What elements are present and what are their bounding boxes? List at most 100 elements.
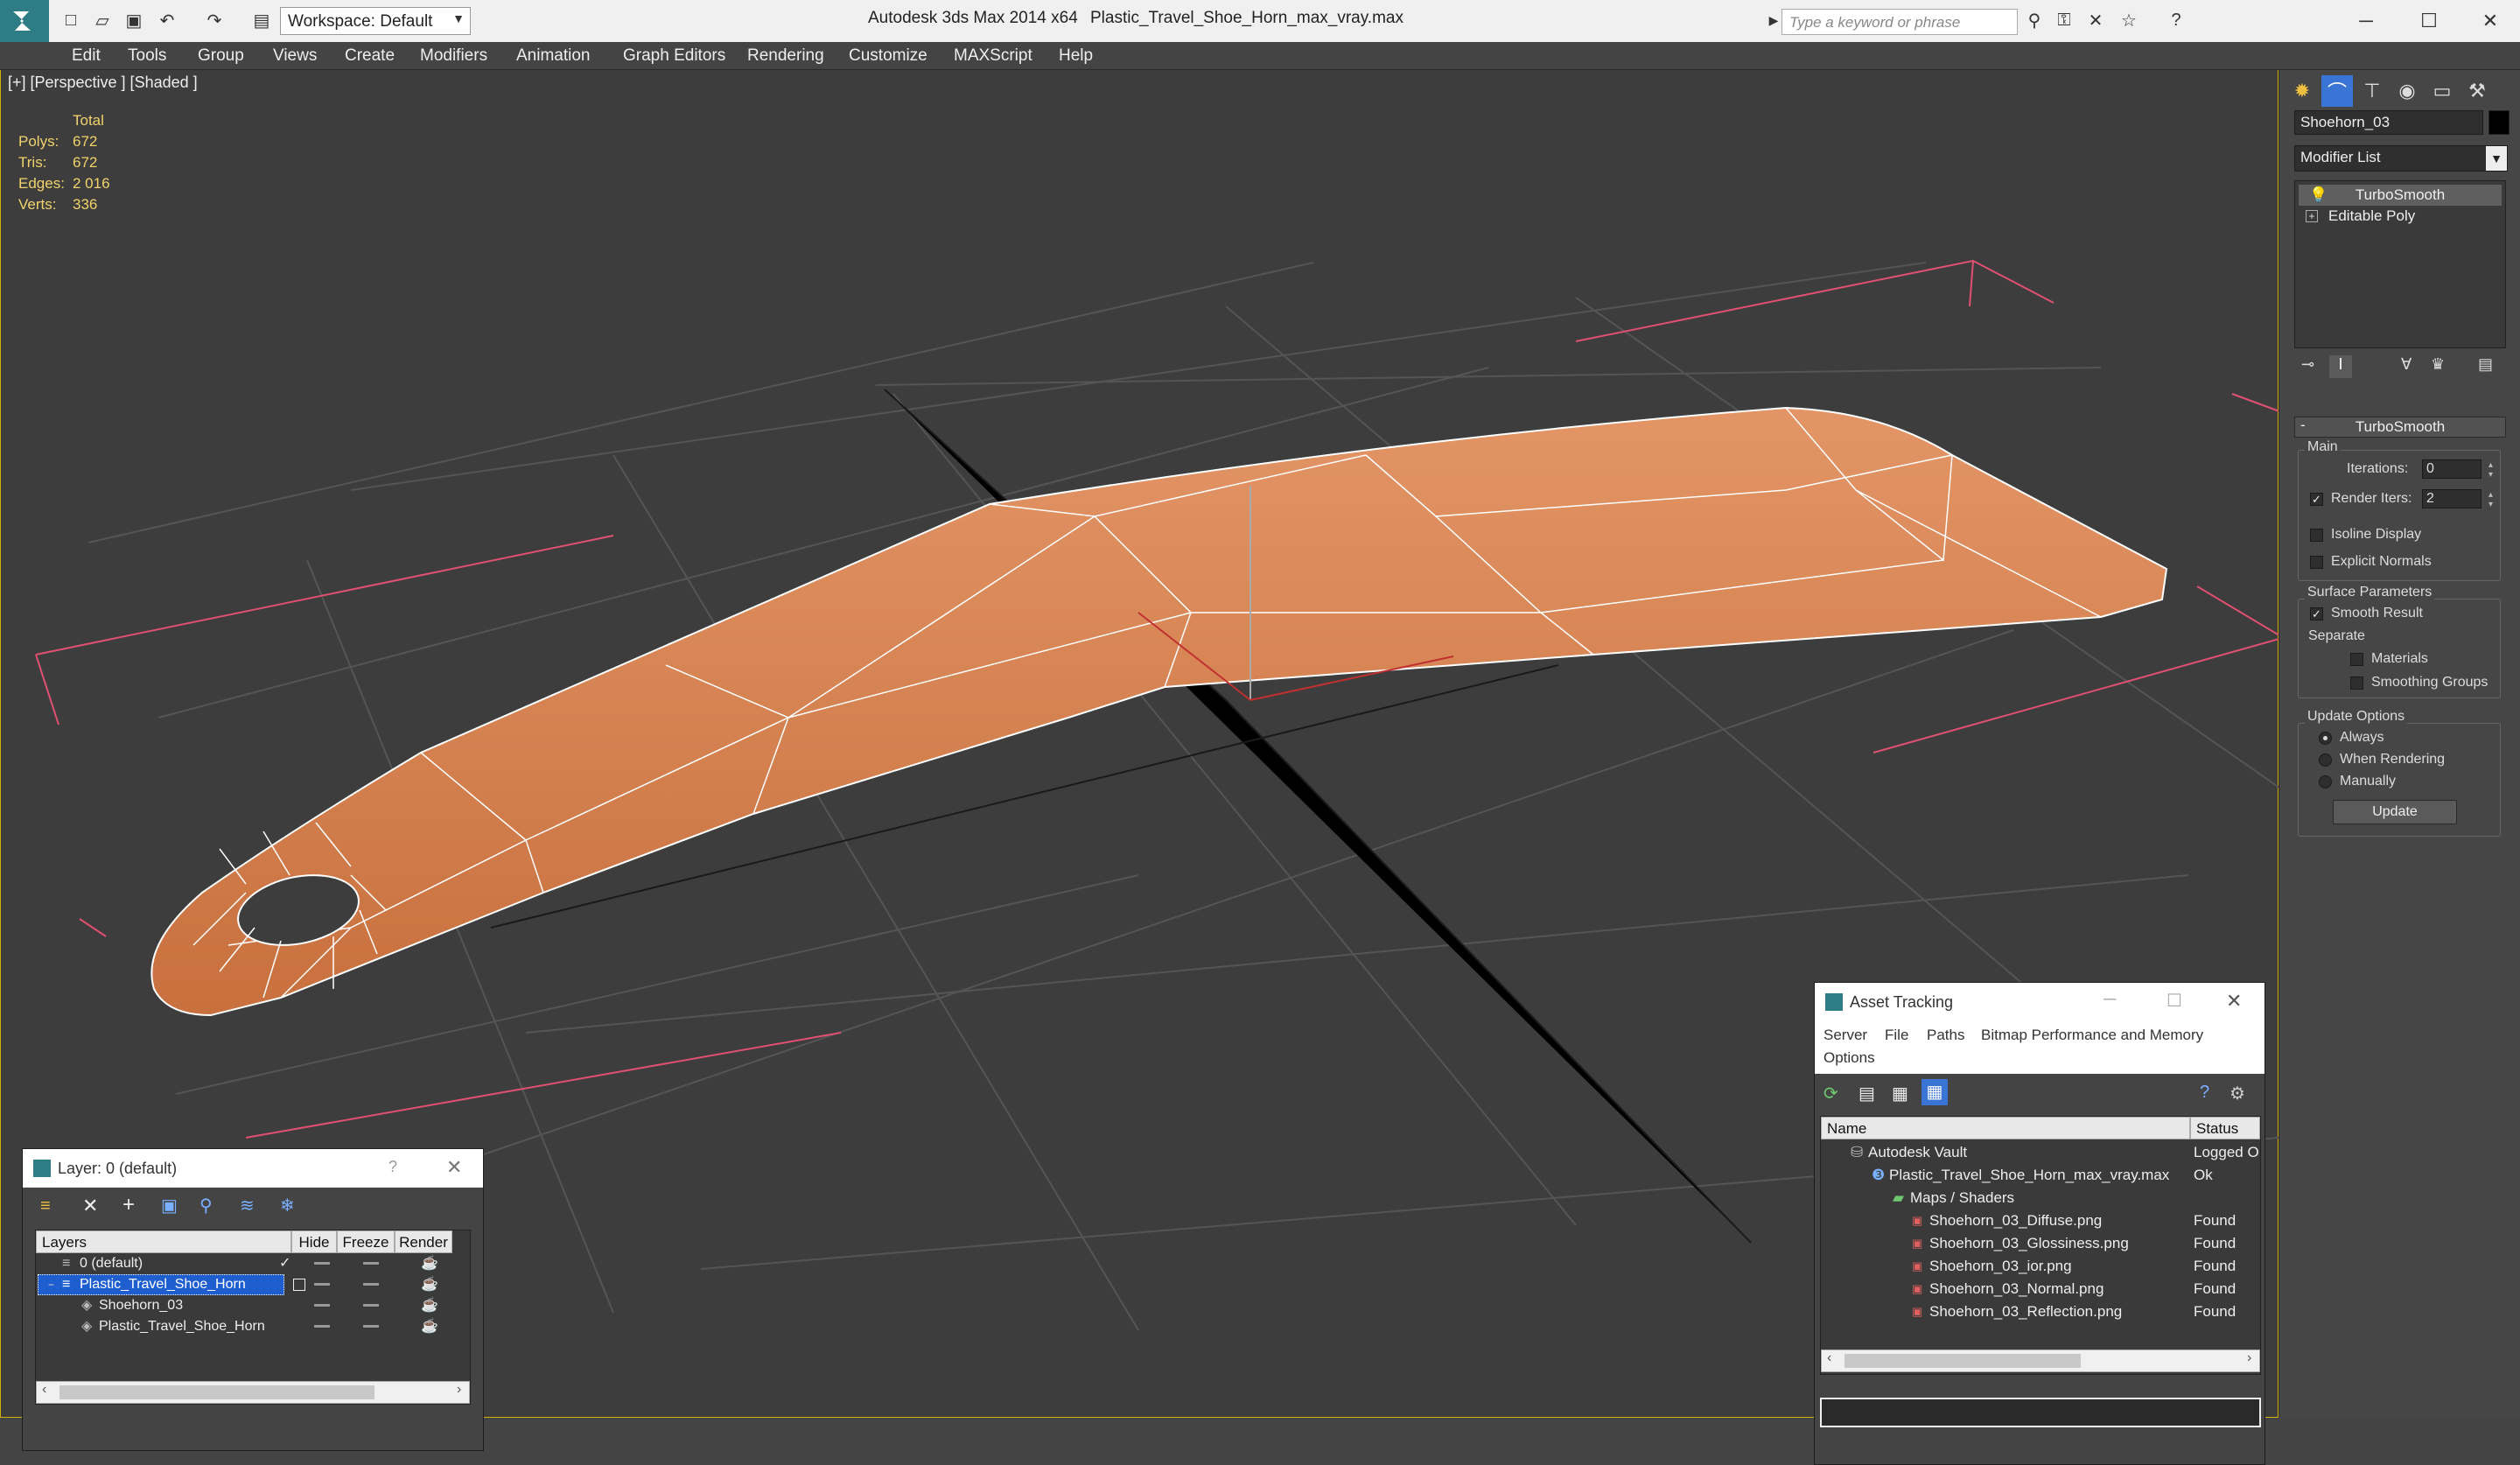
modifier-list-dropdown[interactable]: Modifier List ▼ <box>2294 145 2508 172</box>
hide-toggle[interactable] <box>314 1283 330 1286</box>
scroll-right-icon[interactable]: › <box>2247 1350 2251 1366</box>
horizontal-scrollbar[interactable]: ‹ › <box>1821 1349 2260 1372</box>
col-status[interactable]: Status <box>2190 1117 2260 1139</box>
scroll-left-icon[interactable]: ‹ <box>1827 1350 1831 1366</box>
hide-all-icon[interactable]: ≋ <box>240 1195 255 1216</box>
render-teapot-icon[interactable]: ☕ <box>421 1274 438 1295</box>
help-icon[interactable]: ? <box>2165 9 2188 32</box>
configure-sets-icon[interactable]: ▤ <box>2478 355 2493 374</box>
workspace-dropdown[interactable]: Workspace: Default ▼ <box>280 7 471 35</box>
viewport-label[interactable]: [+] [Perspective ] [Shaded ] <box>8 74 198 92</box>
stack-item-turbosmooth[interactable]: 💡 TurboSmooth <box>2299 185 2502 206</box>
remove-modifier-icon[interactable]: ♛ <box>2431 355 2445 374</box>
menu-create[interactable]: Create <box>345 42 395 70</box>
stack-item-editable-poly[interactable]: + Editable Poly <box>2299 206 2502 227</box>
layer-row[interactable]: ≡ 0 (default) ✓ ☕ <box>36 1253 452 1274</box>
col-hide[interactable]: Hide <box>291 1230 337 1253</box>
current-layer-checkbox[interactable] <box>293 1279 305 1291</box>
menu-edit[interactable]: Edit <box>72 42 101 70</box>
hide-toggle[interactable] <box>314 1262 330 1265</box>
hide-toggle[interactable] <box>314 1304 330 1307</box>
menu-maxscript[interactable]: MAXScript <box>954 42 1032 70</box>
close-icon[interactable]: ✕ <box>2226 990 2242 1013</box>
delete-layer-icon[interactable]: ✕ <box>82 1195 98 1217</box>
menu-bitmap-performance[interactable]: Bitmap Performance and Memory <box>1981 1027 2203 1044</box>
menu-animation[interactable]: Animation <box>516 42 591 70</box>
collapse-icon[interactable]: − <box>48 1274 54 1295</box>
asset-row[interactable]: ▣ Shoehorn_03_Reflection.png Found <box>1821 1300 2260 1323</box>
col-render[interactable]: Render <box>395 1230 452 1253</box>
menu-server[interactable]: Server <box>1824 1027 1867 1044</box>
hide-toggle[interactable] <box>314 1325 330 1328</box>
turbosmooth-rollout-header[interactable]: - TurboSmooth <box>2294 417 2506 438</box>
materials-checkbox[interactable] <box>2350 653 2363 666</box>
motion-tab-icon[interactable]: ◉ <box>2391 75 2423 107</box>
perspective-viewport[interactable]: [+] [Perspective ] [Shaded ] Total Polys… <box>0 70 2279 1465</box>
scroll-right-icon[interactable]: › <box>457 1382 461 1398</box>
render-teapot-icon[interactable]: ☕ <box>421 1253 438 1274</box>
hierarchy-tab-icon[interactable]: ⊤ <box>2356 75 2388 107</box>
binoculars-icon[interactable]: ⚲ <box>2023 9 2046 32</box>
select-objects-icon[interactable]: ▣ <box>161 1195 178 1216</box>
make-unique-icon[interactable]: ∀ <box>2401 355 2412 374</box>
expand-icon[interactable]: + <box>2306 210 2318 222</box>
display-tab-icon[interactable]: ▭ <box>2426 75 2458 107</box>
add-to-layer-icon[interactable]: + <box>122 1193 135 1217</box>
iterations-spinner[interactable]: 0 <box>2422 459 2495 480</box>
asset-row[interactable]: ▣ Shoehorn_03_Glossiness.png Found <box>1821 1232 2260 1255</box>
undo-icon[interactable]: ↶ <box>156 9 178 32</box>
render-teapot-icon[interactable]: ☕ <box>421 1316 438 1337</box>
utilities-tab-icon[interactable]: ⚒ <box>2461 75 2493 107</box>
menu-file[interactable]: File <box>1885 1027 1908 1044</box>
menu-group[interactable]: Group <box>198 42 244 70</box>
search-input[interactable]: Type a keyword or phrase <box>1782 9 2018 35</box>
col-name[interactable]: Name <box>1821 1117 2190 1139</box>
open-file-icon[interactable]: ▱ <box>91 9 114 32</box>
update-button[interactable]: Update <box>2333 800 2457 824</box>
help-icon[interactable]: ? <box>2200 1083 2209 1103</box>
maximize-icon[interactable]: ☐ <box>2166 990 2182 1012</box>
object-name-field[interactable]: Shoehorn_03 <box>2294 110 2483 135</box>
asset-row[interactable]: ▣ Shoehorn_03_Diffuse.png Found <box>1821 1209 2260 1232</box>
project-folder-icon[interactable]: ▤ <box>250 9 273 32</box>
scroll-thumb[interactable] <box>60 1385 374 1399</box>
asset-row[interactable]: ⛁ Autodesk Vault Logged O <box>1821 1141 2260 1164</box>
freeze-toggle[interactable] <box>363 1283 379 1286</box>
communication-icon[interactable]: ✕ <box>2084 9 2107 32</box>
menu-modifiers[interactable]: Modifiers <box>420 42 487 70</box>
create-tab-icon[interactable]: ✹ <box>2286 75 2318 107</box>
subscription-icon[interactable]: ⚿ <box>2053 9 2076 32</box>
object-row[interactable]: ◈ Plastic_Travel_Shoe_Horn ☕ <box>36 1316 452 1337</box>
col-freeze[interactable]: Freeze <box>337 1230 395 1253</box>
menu-options[interactable]: Options <box>1824 1049 1875 1067</box>
smooth-result-checkbox[interactable]: ✓ <box>2310 607 2323 620</box>
menu-paths[interactable]: Paths <box>1927 1027 1964 1044</box>
layer-row-selected[interactable]: − ≡ Plastic_Travel_Shoe_Horn ☕ <box>36 1274 452 1295</box>
freeze-toggle[interactable] <box>363 1262 379 1265</box>
highlight-layer-icon[interactable]: ⚲ <box>200 1195 213 1216</box>
grid-view-icon[interactable]: ▦ <box>1922 1079 1948 1105</box>
menu-graph-editors[interactable]: Graph Editors <box>623 42 725 70</box>
object-color-swatch[interactable] <box>2488 110 2510 135</box>
render-teapot-icon[interactable]: ☕ <box>421 1295 438 1316</box>
refresh-icon[interactable]: ⟳ <box>1824 1083 1838 1104</box>
always-radio[interactable] <box>2319 732 2332 745</box>
smoothing-groups-checkbox[interactable] <box>2350 676 2363 690</box>
close-button[interactable]: ✕ <box>2464 4 2516 39</box>
asset-path-field[interactable] <box>1820 1398 2261 1427</box>
settings-icon[interactable]: ⚙ <box>2230 1083 2245 1104</box>
minimize-button[interactable]: ─ <box>2340 4 2392 39</box>
menu-views[interactable]: Views <box>273 42 317 70</box>
app-logo[interactable] <box>0 0 49 42</box>
freeze-toggle[interactable] <box>363 1304 379 1307</box>
freeze-all-icon[interactable]: ❄ <box>280 1195 295 1216</box>
render-iters-spinner[interactable]: 2 <box>2422 489 2495 509</box>
object-row[interactable]: ◈ Shoehorn_03 ☕ <box>36 1295 452 1316</box>
new-layer-icon[interactable]: ≡ <box>40 1196 51 1216</box>
favorites-star-icon[interactable]: ☆ <box>2118 9 2140 32</box>
save-icon[interactable]: ▣ <box>122 9 145 32</box>
asset-row[interactable]: ▣ Shoehorn_03_ior.png Found <box>1821 1255 2260 1278</box>
horizontal-scrollbar[interactable]: ‹ › <box>36 1381 470 1404</box>
list-view-icon[interactable]: ▤ <box>1858 1083 1875 1104</box>
scroll-thumb[interactable] <box>1844 1354 2081 1368</box>
